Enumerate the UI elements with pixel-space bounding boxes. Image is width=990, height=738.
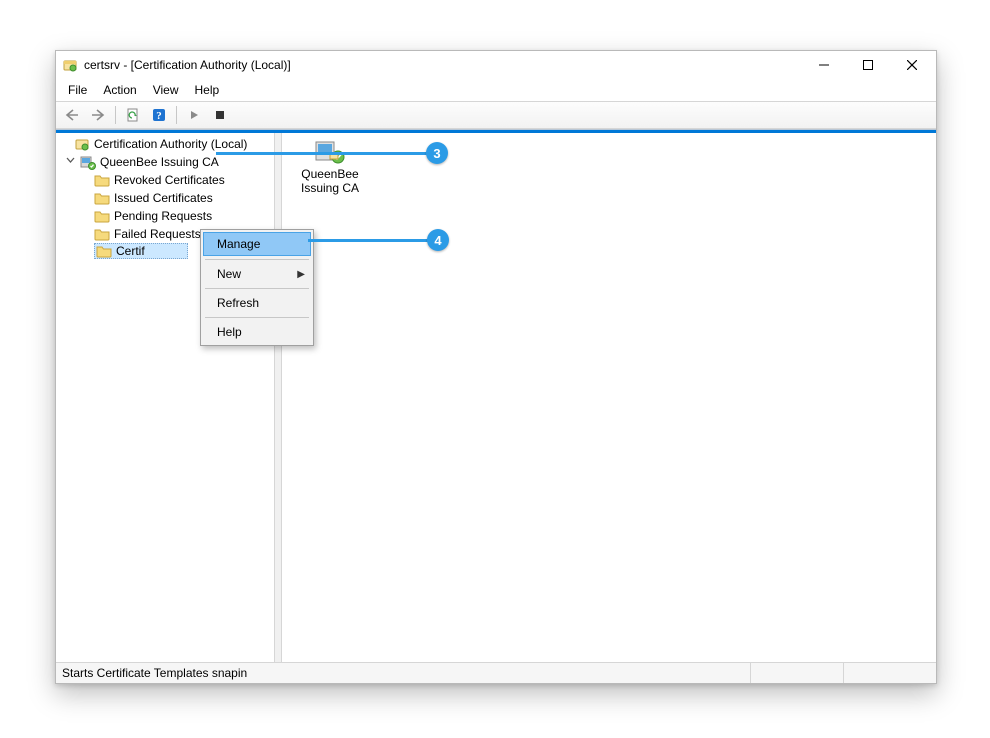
context-menu: Manage New ▶ Refresh Help xyxy=(200,229,314,346)
tree-root[interactable]: Certification Authority (Local) xyxy=(56,135,274,153)
result-item-ca[interactable]: QueenBee Issuing CA xyxy=(290,139,370,195)
annotation-callout-4: 4 xyxy=(427,229,449,251)
help-button[interactable]: ? xyxy=(147,104,171,126)
toolbar: ? xyxy=(56,101,936,129)
client-area: Certification Authority (Local) QueenBee… xyxy=(56,133,936,662)
minimize-button[interactable] xyxy=(802,51,846,79)
folder-icon xyxy=(94,172,110,188)
context-menu-help[interactable]: Help xyxy=(203,321,311,343)
arrow-left-icon xyxy=(65,109,79,121)
context-menu-separator xyxy=(205,288,309,289)
refresh-page-icon xyxy=(126,108,140,122)
menu-view[interactable]: View xyxy=(145,81,187,99)
app-window: certsrv - [Certification Authority (Loca… xyxy=(55,50,937,684)
tree-ca[interactable]: QueenBee Issuing CA xyxy=(56,153,274,171)
collapse-icon[interactable] xyxy=(64,156,76,168)
stop-button[interactable] xyxy=(208,104,232,126)
folder-icon xyxy=(94,226,110,242)
context-menu-label: New xyxy=(217,267,241,281)
close-button[interactable] xyxy=(890,51,934,79)
svg-text:?: ? xyxy=(156,110,162,122)
tree-item-label: Certif xyxy=(116,244,145,258)
tree-item-label: Pending Requests xyxy=(114,209,212,223)
toolbar-separator xyxy=(176,106,177,124)
context-menu-refresh[interactable]: Refresh xyxy=(203,292,311,314)
window-title: certsrv - [Certification Authority (Loca… xyxy=(84,58,802,72)
refresh-button[interactable] xyxy=(121,104,145,126)
context-menu-label: Help xyxy=(217,325,242,339)
titlebar: certsrv - [Certification Authority (Loca… xyxy=(56,51,936,79)
maximize-icon xyxy=(863,60,873,70)
cert-authority-root-icon xyxy=(74,136,90,152)
toolbar-separator xyxy=(115,106,116,124)
tree-ca-label: QueenBee Issuing CA xyxy=(100,155,219,169)
statusbar-cell xyxy=(843,663,936,683)
submenu-arrow-icon: ▶ xyxy=(297,269,305,280)
stop-icon xyxy=(215,110,225,120)
statusbar: Starts Certificate Templates snapin xyxy=(56,662,936,683)
tree-issued[interactable]: Issued Certificates xyxy=(56,189,274,207)
folder-icon xyxy=(94,190,110,206)
tree-revoked[interactable]: Revoked Certificates xyxy=(56,171,274,189)
context-menu-new[interactable]: New ▶ xyxy=(203,263,311,285)
context-menu-label: Manage xyxy=(217,237,260,251)
nav-forward-button[interactable] xyxy=(86,104,110,126)
context-menu-manage[interactable]: Manage xyxy=(203,232,311,256)
arrow-right-icon xyxy=(91,109,105,121)
tree-cert-templates[interactable]: Certif xyxy=(94,243,188,259)
result-item-label-line2: Issuing CA xyxy=(290,181,370,195)
splitter[interactable] xyxy=(275,133,282,662)
menu-help[interactable]: Help xyxy=(187,81,228,99)
maximize-button[interactable] xyxy=(846,51,890,79)
menubar: File Action View Help xyxy=(56,79,936,101)
context-menu-separator xyxy=(205,317,309,318)
result-item-label-line1: QueenBee xyxy=(290,167,370,181)
folder-icon xyxy=(96,243,112,259)
server-ca-icon xyxy=(80,154,96,170)
annotation-callout-3: 3 xyxy=(426,142,448,164)
tree-item-label: Issued Certificates xyxy=(114,191,213,205)
tree-item-label: Failed Requests xyxy=(114,227,201,241)
annotation-leader xyxy=(216,152,428,155)
tree-item-label: Revoked Certificates xyxy=(114,173,225,187)
folder-icon xyxy=(94,208,110,224)
close-icon xyxy=(907,60,917,70)
menu-file[interactable]: File xyxy=(60,81,95,99)
annotation-leader xyxy=(308,239,429,242)
tree-pane: Certification Authority (Local) QueenBee… xyxy=(56,133,275,662)
nav-back-button[interactable] xyxy=(60,104,84,126)
tree-pending[interactable]: Pending Requests xyxy=(56,207,274,225)
statusbar-cell xyxy=(750,663,843,683)
context-menu-separator xyxy=(205,259,309,260)
play-button[interactable] xyxy=(182,104,206,126)
menu-action[interactable]: Action xyxy=(95,81,144,99)
results-pane[interactable]: QueenBee Issuing CA xyxy=(282,133,936,662)
statusbar-text: Starts Certificate Templates snapin xyxy=(56,663,750,683)
tree-root-label: Certification Authority (Local) xyxy=(94,137,247,151)
context-menu-label: Refresh xyxy=(217,296,259,310)
certsrv-app-icon xyxy=(62,57,78,73)
play-icon xyxy=(189,110,199,120)
help-icon: ? xyxy=(152,108,166,122)
minimize-icon xyxy=(819,60,829,70)
window-controls xyxy=(802,51,934,79)
